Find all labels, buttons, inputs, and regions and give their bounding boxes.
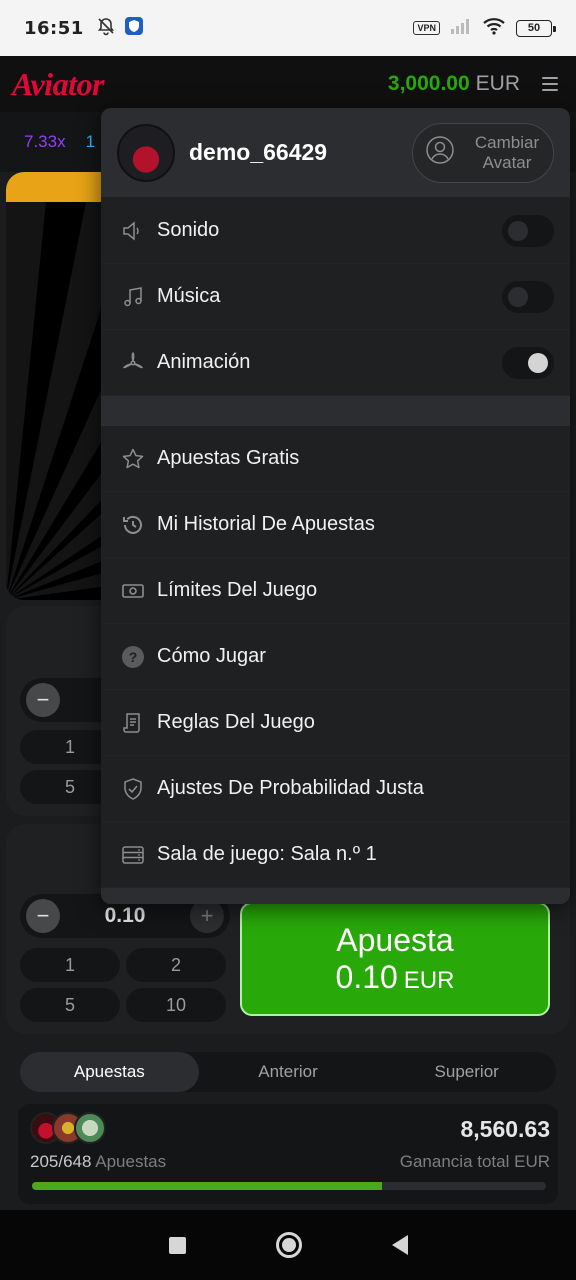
status-time: 16:51	[24, 17, 84, 39]
avatar	[74, 1112, 106, 1144]
menu-item-label: Cómo Jugar	[157, 645, 266, 667]
menu-item-label: Apuestas Gratis	[157, 447, 300, 469]
recents-button[interactable]	[168, 1236, 186, 1254]
wifi-icon	[482, 17, 506, 40]
menu-item-label: Ajustes De Probabilidad Justa	[157, 777, 424, 799]
bets-count-label: Apuestas	[95, 1152, 167, 1171]
bet-button-title: Apuesta	[336, 922, 454, 958]
star-icon	[121, 447, 145, 471]
menu-item-game-rules[interactable]: Reglas Del Juego	[101, 690, 570, 756]
shield-app-icon	[124, 16, 144, 41]
app-header: Aviator 3,000.00 EUR	[0, 56, 576, 112]
menu-item-label: Sala de juego: Sala n.º 1	[157, 843, 377, 865]
decrease-button[interactable]: −	[26, 899, 60, 933]
vpn-badge: VPN	[413, 21, 440, 35]
tab-apuestas[interactable]: Apuestas	[20, 1052, 199, 1092]
bet-amount-input[interactable]: 0.10	[105, 904, 146, 928]
tab-superior[interactable]: Superior	[377, 1052, 556, 1092]
username: demo_66429	[189, 139, 328, 165]
server-icon	[121, 843, 145, 867]
muted-bell-icon	[96, 16, 116, 41]
hamburger-menu-icon[interactable]	[542, 77, 558, 91]
bets-panel: Apuestas Anterior Superior 8,560.63 205/…	[6, 1042, 570, 1210]
status-bar: 16:51 VPN 50	[0, 0, 576, 56]
bet-button-amount-row: 0.10 EUR	[336, 959, 455, 996]
menu-item-label: Sonido	[157, 219, 220, 241]
quick-chip[interactable]: 1	[20, 948, 120, 982]
app-screen: 16:51 VPN 50 Aviator 3,000.00 EUR 7.33x …	[0, 0, 576, 1280]
home-button[interactable]	[275, 1232, 302, 1258]
place-bet-button[interactable]: Apuesta 0.10 EUR	[240, 902, 550, 1016]
menu-item-musica[interactable]: Música	[101, 264, 570, 330]
quick-chip[interactable]: 2	[126, 948, 226, 982]
menu-item-free-bets[interactable]: Apuestas Gratis	[101, 426, 570, 492]
menu-item-label: Reglas Del Juego	[157, 711, 315, 733]
balance-currency: EUR	[475, 72, 520, 95]
menu-item-sonido[interactable]: Sonido	[101, 198, 570, 264]
question-icon: ?	[121, 645, 145, 669]
aviator-logo: Aviator	[12, 65, 104, 102]
menu-item-animacion[interactable]: Animación	[101, 330, 570, 396]
document-icon	[121, 711, 145, 735]
bets-progress-fill	[32, 1182, 382, 1190]
quick-chip[interactable]: 5	[20, 988, 120, 1022]
battery-indicator: 50	[516, 19, 556, 37]
menu-item-game-limits[interactable]: Límites Del Juego	[101, 558, 570, 624]
bets-count: 205/648 Apuestas	[30, 1152, 166, 1172]
svg-text:?: ?	[129, 649, 138, 665]
quick-chip[interactable]: 10	[126, 988, 226, 1022]
animation-toggle[interactable]	[502, 346, 554, 379]
profile-header: demo_66429 Cambiar Avatar	[101, 108, 570, 198]
increase-button[interactable]: +	[190, 899, 224, 933]
total-win-label: Ganancia total EUR	[399, 1152, 550, 1171]
menu-item-provably-fair[interactable]: Ajustes De Probabilidad Justa	[101, 756, 570, 822]
menu-item-label: Mi Historial De Apuestas	[157, 513, 375, 535]
menu-item-game-room[interactable]: Sala de juego: Sala n.º 1	[101, 822, 570, 888]
multiplier-item: 7.33x	[24, 132, 66, 151]
bet-button-currency: EUR	[403, 967, 455, 994]
history-icon	[121, 513, 145, 537]
menu-footer	[101, 888, 570, 904]
money-icon	[121, 579, 145, 603]
propeller-icon	[121, 351, 145, 375]
back-button[interactable]	[391, 1235, 408, 1255]
bet-button-amount: 0.10	[335, 959, 398, 995]
balance-amount: 3,000.00	[387, 72, 470, 95]
change-avatar-button[interactable]: Cambiar Avatar	[412, 122, 554, 183]
menu-item-label: Límites Del Juego	[157, 579, 318, 601]
system-nav-bar	[0, 1210, 576, 1280]
sound-toggle[interactable]	[502, 214, 554, 247]
menu-item-label: Música	[157, 285, 221, 307]
change-avatar-label: Cambiar Avatar	[474, 132, 540, 172]
balance: 3,000.00 EUR	[388, 72, 520, 96]
decrease-button[interactable]: −	[26, 683, 60, 717]
menu-item-bet-history[interactable]: Mi Historial De Apuestas	[101, 492, 570, 558]
signal-icon	[450, 18, 472, 39]
speaker-icon	[121, 219, 145, 243]
menu-item-label: Animación	[157, 351, 251, 373]
menu-item-how-to-play[interactable]: ? Cómo Jugar	[101, 624, 570, 690]
bets-tabs: Apuestas Anterior Superior	[20, 1052, 556, 1092]
music-toggle[interactable]	[502, 280, 554, 313]
avatar	[117, 123, 175, 182]
bets-progress-bar	[32, 1182, 546, 1190]
bets-totals: 8,560.63 205/648 Apuestas Ganancia total…	[18, 1104, 558, 1204]
user-circle-icon	[425, 135, 455, 170]
player-avatars	[30, 1112, 106, 1144]
total-win-amount: 8,560.63	[460, 1116, 550, 1142]
tab-anterior[interactable]: Anterior	[199, 1052, 378, 1092]
multiplier-item: 1	[85, 132, 96, 151]
bets-count-value: 205/648	[30, 1152, 92, 1171]
music-note-icon	[121, 285, 145, 309]
menu-divider	[101, 396, 570, 426]
shield-check-icon	[121, 777, 145, 801]
user-menu-dropdown: demo_66429 Cambiar Avatar Sonido Música	[101, 108, 570, 904]
